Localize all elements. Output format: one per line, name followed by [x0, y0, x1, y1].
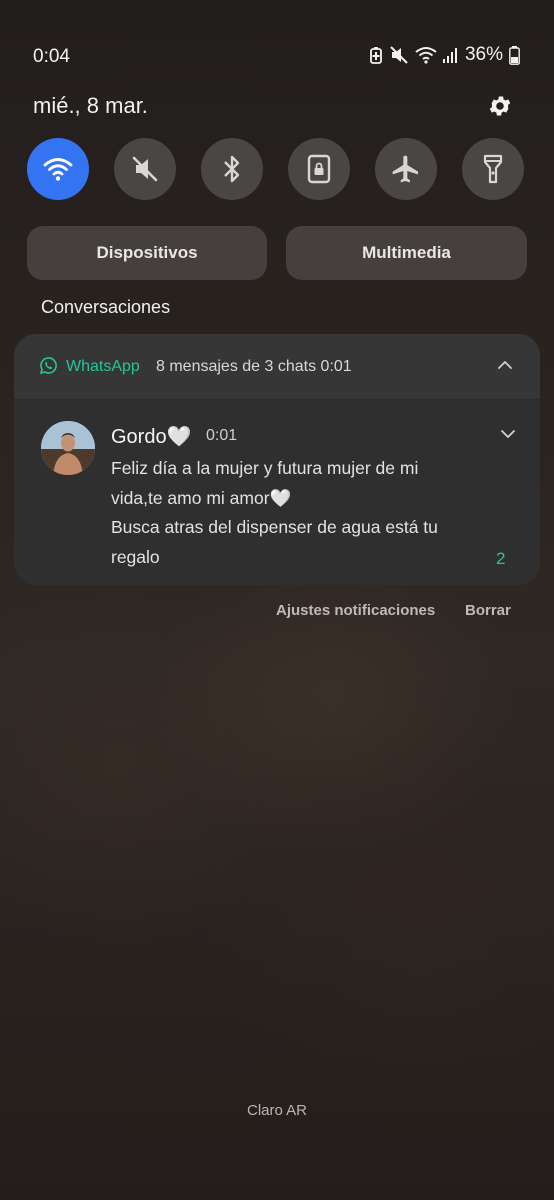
signal-icon	[442, 46, 457, 64]
status-time: 0:04	[33, 46, 70, 67]
wifi-icon	[415, 46, 437, 64]
sender-name: Gordo🤍	[111, 426, 192, 448]
message-line: vida,te amo mi amor🤍	[111, 488, 292, 508]
gear-icon	[489, 96, 511, 116]
media-button[interactable]: Multimedia	[286, 226, 527, 280]
notification-settings-button[interactable]: Ajustes notificaciones	[276, 602, 435, 619]
chevron-down-icon	[501, 430, 515, 438]
mute-icon	[389, 46, 409, 64]
toggle-wifi[interactable]	[27, 138, 89, 200]
whatsapp-icon	[39, 356, 58, 380]
expand-button[interactable]	[499, 427, 517, 441]
toggle-flashlight[interactable]	[462, 138, 524, 200]
message-time: 0:01	[206, 427, 238, 444]
avatar	[41, 421, 95, 475]
message-line: Busca atras del dispenser de agua está t…	[111, 517, 438, 537]
status-icons: 36%	[369, 44, 520, 66]
clear-button[interactable]: Borrar	[465, 602, 511, 619]
toggle-sound[interactable]	[114, 138, 176, 200]
message-count-badge: 2	[496, 549, 506, 568]
message-line: regalo	[111, 547, 160, 567]
collapse-button[interactable]	[496, 358, 514, 372]
toggle-portrait-lock[interactable]	[288, 138, 350, 200]
settings-button[interactable]	[484, 90, 516, 122]
carrier-label: Claro AR	[246, 1102, 308, 1119]
date-label: mié., 8 mar.	[33, 93, 148, 118]
toggle-airplane[interactable]	[375, 138, 437, 200]
battery-saver-icon	[369, 46, 383, 64]
message-line: Feliz día a la mujer y futura mujer de m…	[111, 458, 419, 478]
notification-summary: 8 mensajes de 3 chats 0:01	[156, 358, 352, 375]
section-title: Conversaciones	[41, 297, 171, 317]
bluetooth-icon	[224, 155, 240, 183]
portrait-lock-icon	[307, 154, 331, 184]
airplane-icon	[392, 155, 418, 183]
app-name: WhatsApp	[66, 358, 140, 375]
battery-percent: 36%	[464, 44, 503, 65]
toggle-bluetooth[interactable]	[201, 138, 263, 200]
flashlight-icon	[483, 154, 503, 184]
devices-button[interactable]: Dispositivos	[27, 226, 267, 280]
wifi-icon	[43, 158, 73, 181]
notification-card[interactable]: WhatsApp 8 mensajes de 3 chats 0:01 Gord…	[14, 334, 540, 585]
battery-icon	[509, 45, 520, 65]
chevron-up-icon	[498, 361, 512, 369]
sound-mute-icon	[132, 156, 158, 182]
notification-header[interactable]: WhatsApp 8 mensajes de 3 chats 0:01	[14, 334, 540, 400]
